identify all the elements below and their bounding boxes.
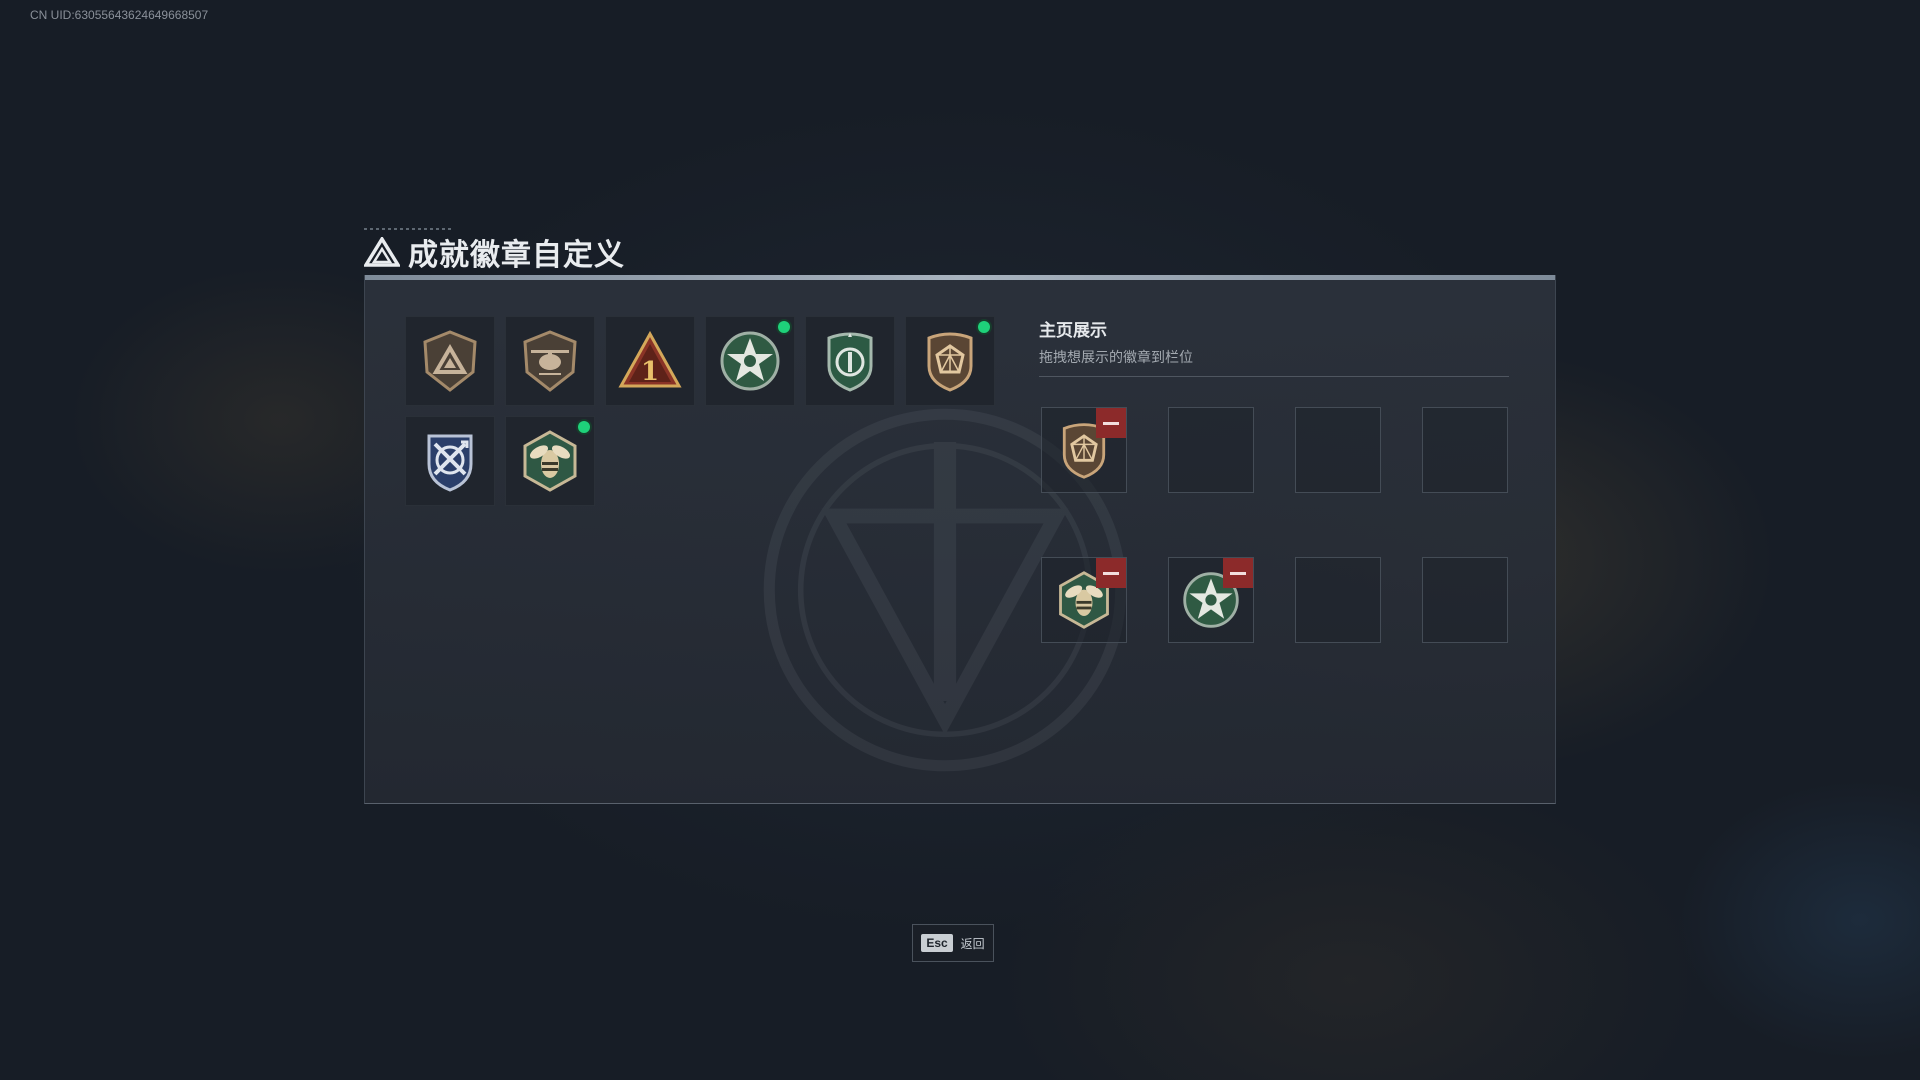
esc-key-hint: Esc	[921, 934, 953, 952]
wasp-hexagon-badge-icon	[523, 430, 577, 492]
remove-badge-button[interactable]	[1096, 408, 1126, 438]
owned-badge-slot[interactable]	[705, 316, 795, 406]
page-header: 成就徽章自定义	[364, 232, 625, 273]
green-star-badge-icon	[720, 331, 780, 391]
owned-badge-slot[interactable]	[505, 316, 595, 406]
owned-badge-slot[interactable]	[505, 416, 595, 506]
showcase-title: 主页展示	[1039, 321, 1107, 341]
owned-badge-slot[interactable]	[405, 316, 495, 406]
owned-badge-slot[interactable]: 1	[605, 316, 695, 406]
remove-badge-button[interactable]	[1223, 558, 1253, 588]
owned-badge-slot[interactable]	[905, 316, 995, 406]
green-shield-badge-icon	[827, 332, 873, 392]
showcase-slot-grid	[1041, 407, 1508, 643]
owned-badge-slot[interactable]	[405, 416, 495, 506]
minus-icon	[1103, 571, 1119, 575]
showcase-slot-filled[interactable]	[1041, 557, 1127, 643]
back-label: 返回	[960, 936, 985, 951]
blue-crossed-arrows-badge-icon	[427, 434, 473, 492]
owned-badge-slot[interactable]	[805, 316, 895, 406]
panel-top-border	[365, 275, 1555, 280]
showcase-header: 主页展示 拖拽想展示的徽章到栏位	[1039, 316, 1509, 377]
showcase-slot-filled[interactable]	[1168, 557, 1254, 643]
page-title: 成就徽章自定义	[408, 238, 625, 273]
owned-badge-grid: 1	[405, 316, 995, 506]
svg-text:1: 1	[641, 357, 659, 387]
minus-icon	[1103, 421, 1119, 425]
user-id-label: CN UID:63055643624649668507	[30, 8, 209, 22]
showcase-slot-empty[interactable]	[1422, 407, 1508, 493]
minus-icon	[1230, 571, 1246, 575]
showcase-slot-empty[interactable]	[1295, 407, 1381, 493]
number-one-triangle-badge-icon: 1	[618, 330, 682, 388]
triangle-shield-badge-icon	[423, 330, 477, 392]
new-indicator-dot	[978, 321, 990, 333]
showcase-slot-empty[interactable]	[1295, 557, 1381, 643]
triangle-logo-icon	[364, 237, 400, 267]
bronze-gem-shield-badge-icon	[927, 332, 973, 392]
new-indicator-dot	[778, 321, 790, 333]
showcase-slot-empty[interactable]	[1422, 557, 1508, 643]
remove-badge-button[interactable]	[1096, 558, 1126, 588]
showcase-slot-empty[interactable]	[1168, 407, 1254, 493]
new-indicator-dot	[578, 421, 590, 433]
badge-customize-panel: 1 主页展示 拖拽想展示的徽章到栏位	[364, 275, 1556, 804]
helicopter-badge-icon	[523, 330, 577, 392]
showcase-subtitle: 拖拽想展示的徽章到栏位	[1039, 347, 1509, 377]
back-button[interactable]: Esc 返回	[912, 924, 994, 962]
showcase-slot-filled[interactable]	[1041, 407, 1127, 493]
